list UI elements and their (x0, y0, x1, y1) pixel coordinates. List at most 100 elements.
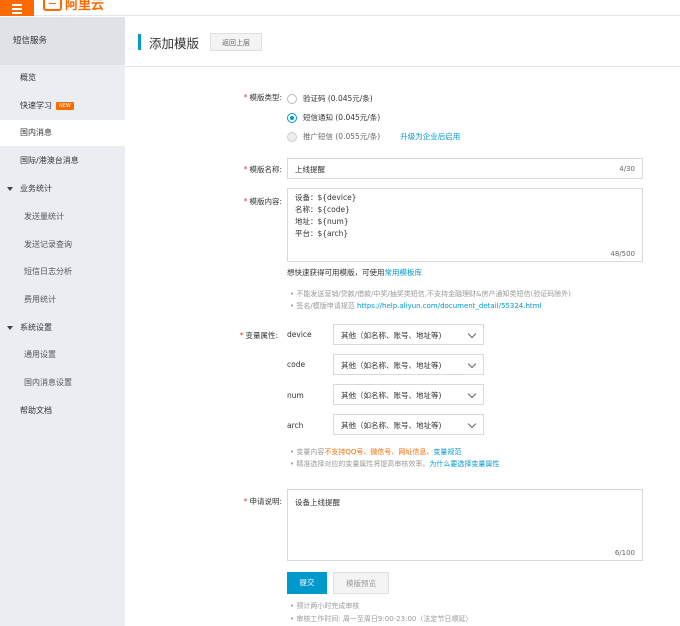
desc-label-text: 申请说明: (249, 497, 282, 506)
tip-text: • 精准选择对应的变量属性将提高审核效率。 (290, 460, 430, 468)
caret-down-icon (7, 187, 13, 191)
sidebar-item-send-records[interactable]: 发送记录查询 (0, 232, 125, 258)
back-button[interactable]: 返回上层 (210, 33, 262, 51)
chevron-down-icon (467, 359, 477, 369)
sidebar-group-settings[interactable]: 系统设置 (0, 315, 125, 341)
type-label-text: 模版类型: (249, 93, 282, 102)
preview-button[interactable]: 模版预览 (333, 572, 389, 594)
sidebar-item-label: 业务统计 (20, 184, 52, 193)
review-tip-2: • 审核工作时间: 周一至周日9:00-23:00（法定节日顺延） (290, 615, 473, 623)
sidebar-item-general-settings[interactable]: 通用设置 (0, 342, 125, 368)
var-tip-2: • 精准选择对应的变量属性将提高审核效率。为什么要选择变量属性 (290, 459, 499, 469)
upgrade-link[interactable]: 升级为企业后启用 (400, 131, 460, 142)
desc-counter: 6/100 (614, 549, 635, 557)
radio-label: 验证码 (0.045元/条) (303, 94, 373, 103)
var-name-code: code (287, 360, 306, 369)
content-tip-1: • 不能发送营销/贷款/借款/中奖/抽奖类短信,不支持金融理财&房产通知类短信(… (290, 290, 571, 298)
review-tip-1: • 预计两小时完成审核 (290, 602, 360, 610)
page-title: 添加模版 (149, 36, 200, 51)
name-label-text: 模版名称: (249, 165, 282, 174)
name-label: * 模版名称: (243, 165, 282, 174)
sidebar-item-label: 国内消息设置 (24, 378, 72, 387)
var-label-text: 变量属性: (245, 331, 278, 340)
sidebar-item-cost-stats[interactable]: 费用统计 (0, 287, 125, 313)
var-label: * 变量属性: (239, 331, 278, 340)
sidebar-item-help-docs[interactable]: 帮助文档 (0, 398, 125, 424)
var-name-num: num (287, 391, 304, 400)
why-var-link[interactable]: 为什么要选择变量属性 (429, 460, 499, 468)
desc-textarea[interactable]: 设备上线提醒 6/100 (287, 489, 643, 561)
sidebar-item-label: 系统设置 (20, 323, 52, 332)
content-line: 名称：${code} (295, 205, 350, 214)
page-header: 添加模版 返回上层 (125, 17, 680, 67)
common-template-link[interactable]: 常用模板库 (385, 268, 423, 277)
radio-notification[interactable]: 短信通知 (0.045元/条) (287, 112, 380, 123)
type-label: * 模版类型: (243, 93, 282, 102)
name-input-value: 上线提醒 (295, 165, 325, 174)
content-counter: 48/500 (610, 250, 635, 258)
spec-link[interactable]: https://help.aliyun.com/document_detail/… (357, 302, 541, 310)
menu-icon[interactable] (0, 0, 34, 16)
sidebar-item-label: 短信日志分析 (24, 267, 72, 276)
radio-promotion: 推广短信 (0.055元/条) 升级为企业后启用 (287, 131, 460, 142)
aliyun-logo[interactable]: 阿里云 (43, 0, 104, 13)
sidebar-item-label: 国内消息 (20, 128, 52, 137)
radio-verification[interactable]: 验证码 (0.045元/条) (287, 93, 373, 104)
content-label-text: 模版内容: (249, 197, 282, 206)
chevron-down-icon (467, 389, 477, 399)
chevron-down-icon (467, 419, 477, 429)
sidebar-title: 短信服务 (0, 17, 125, 65)
select-value: 其他（如名称、账号、地址等) (341, 361, 442, 370)
sidebar-item-domestic[interactable]: 国内消息 (0, 120, 125, 146)
quick-hint-text: 想快速获得可用模版，可使用 (287, 268, 385, 277)
sidebar-item-label: 快速学习 (20, 101, 52, 110)
content-line: 设备：${device} (295, 193, 357, 202)
name-input[interactable]: 上线提醒 4/30 (287, 158, 643, 179)
tip-warning-text: 不支持QQ号、微信号、网址信息、 (324, 448, 434, 456)
content-line: 地址：${num} (295, 217, 349, 226)
content-line: 平台：${arch} (295, 229, 349, 238)
new-badge: NEW (56, 102, 74, 110)
radio-icon[interactable] (287, 93, 297, 104)
chevron-down-icon (467, 329, 477, 339)
logo-icon (43, 0, 62, 11)
sidebar-item-label: 帮助文档 (20, 406, 52, 415)
content-text: 设备：${device} 名称：${code} 地址：${num} 平台：${a… (295, 192, 356, 240)
sidebar-item-label: 概览 (20, 73, 36, 82)
var-select-device[interactable]: 其他（如名称、账号、地址等) (333, 324, 484, 345)
sidebar-item-label: 发送记录查询 (24, 240, 72, 249)
title-accent-bar (138, 34, 141, 50)
sidebar-item-send-stats[interactable]: 发送量统计 (0, 204, 125, 230)
sidebar-item-domestic-settings[interactable]: 国内消息设置 (0, 370, 125, 396)
select-value: 其他（如名称、账号、地址等) (341, 391, 442, 400)
var-spec-link[interactable]: 变量规范 (433, 448, 461, 456)
quick-template-hint: 想快速获得可用模版，可使用常用模板库 (287, 267, 422, 278)
var-select-code[interactable]: 其他（如名称、账号、地址等) (333, 354, 484, 375)
radio-checked-icon[interactable] (287, 112, 297, 123)
select-value: 其他（如名称、账号、地址等) (341, 331, 442, 340)
sidebar: 短信服务 概览 快速学习 NEW 国内消息 国际/港澳台消息 业务统计 发送量统计… (0, 17, 125, 626)
desc-label: * 申请说明: (243, 497, 282, 506)
desc-value: 设备上线提醒 (295, 498, 340, 507)
sidebar-group-stats[interactable]: 业务统计 (0, 176, 125, 202)
sidebar-item-log-analysis[interactable]: 短信日志分析 (0, 259, 125, 285)
content-textarea[interactable]: 设备：${device} 名称：${code} 地址：${num} 平台：${a… (287, 188, 643, 262)
sidebar-item-label: 国际/港澳台消息 (20, 156, 79, 165)
sidebar-item-label: 费用统计 (24, 295, 56, 304)
radio-disabled-icon (287, 131, 297, 142)
content-tip-2: • 签名/模版申请规范 https://help.aliyun.com/docu… (290, 301, 541, 311)
var-select-arch[interactable]: 其他（如名称、账号、地址等) (333, 414, 484, 435)
logo-text: 阿里云 (65, 0, 105, 13)
content-label: * 模版内容: (243, 197, 282, 206)
sidebar-item-international[interactable]: 国际/港澳台消息 (0, 148, 125, 174)
sidebar-item-label: 通用设置 (24, 350, 56, 359)
var-select-num[interactable]: 其他（如名称、账号、地址等) (333, 384, 484, 405)
radio-label: 短信通知 (0.045元/条) (303, 113, 381, 122)
radio-label: 推广短信 (0.055元/条) (303, 132, 381, 141)
sidebar-item-quick-learn[interactable]: 快速学习 NEW (0, 93, 125, 119)
top-bar: 阿里云 (0, 0, 680, 16)
submit-button[interactable]: 提交 (287, 572, 327, 594)
sidebar-item-overview[interactable]: 概览 (0, 65, 125, 91)
caret-down-icon (7, 326, 13, 330)
select-value: 其他（如名称、账号、地址等) (341, 421, 442, 430)
